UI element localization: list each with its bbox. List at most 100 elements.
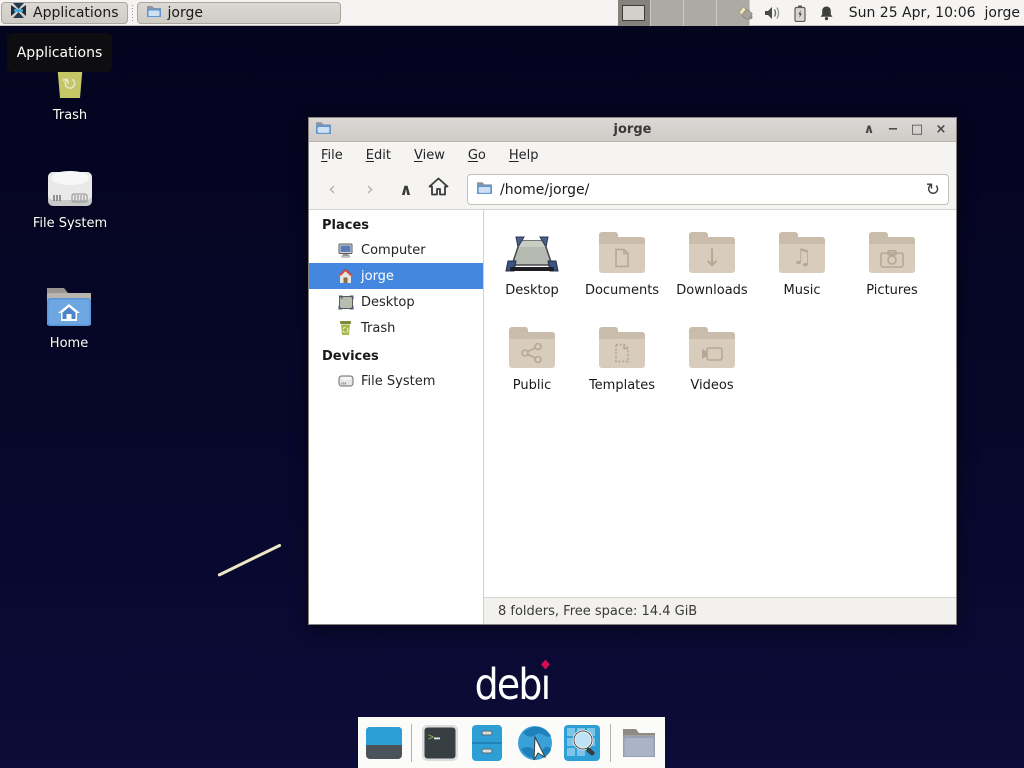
panel-grip — [130, 5, 135, 21]
path-input[interactable]: /home/jorge/ — [500, 182, 926, 198]
file-label: Downloads — [667, 283, 757, 298]
trash-small-icon — [337, 320, 354, 337]
desktop-icon-label: File System — [20, 216, 120, 231]
desktop-icon-filesystem[interactable]: File System — [20, 160, 120, 231]
file-item-pictures[interactable]: Pictures — [847, 227, 937, 298]
computer-icon — [337, 242, 354, 259]
file-label: Templates — [577, 378, 667, 393]
window-controls: ∧ − □ × — [862, 118, 948, 142]
web-browser-icon[interactable] — [515, 723, 555, 763]
titlebar[interactable]: jorge ∧ − □ × — [309, 118, 956, 142]
up-button[interactable]: ∧ — [391, 180, 421, 199]
top-panel: Applications jorge — [0, 0, 1024, 26]
side-pane: Places Computer — [309, 210, 484, 624]
toolbar: ‹ › ∧ /home/jorge/ ↻ — [309, 169, 956, 210]
dock-separator — [610, 724, 611, 762]
public-folder-icon — [509, 332, 555, 368]
sidebar-item-computer[interactable]: Computer — [309, 237, 483, 263]
sidebar-item-jorge[interactable]: jorge — [309, 263, 483, 289]
workspace-pager[interactable] — [618, 0, 752, 26]
file-label: Videos — [667, 378, 757, 393]
applications-menu-button[interactable]: Applications — [1, 2, 128, 24]
documents-folder-icon — [599, 237, 645, 273]
file-manager-window: jorge ∧ − □ × File Edit View Go Help — [308, 117, 957, 625]
workspace-3[interactable] — [684, 0, 717, 26]
menubar: File Edit View Go Help — [309, 142, 956, 169]
forward-button[interactable]: › — [355, 178, 385, 200]
file-label: Music — [757, 283, 847, 298]
window-body: Places Computer — [309, 210, 956, 624]
workspace-2[interactable] — [651, 0, 684, 26]
downloads-folder-icon: ↓ — [689, 237, 735, 273]
menu-file[interactable]: File — [321, 145, 353, 166]
folder-window-icon — [146, 4, 162, 22]
shade-button[interactable]: ∧ — [862, 118, 876, 142]
status-text: 8 folders, Free space: 14.4 GiB — [498, 604, 697, 619]
file-item-templates[interactable]: Templates — [577, 322, 667, 393]
places-header: Places — [309, 210, 483, 237]
desktop-icon-label: Home — [19, 336, 119, 351]
devices-header: Devices — [309, 341, 483, 368]
music-folder-icon: ♫ — [779, 237, 825, 273]
app-finder-icon[interactable] — [563, 723, 602, 763]
file-item-downloads[interactable]: ↓ Downloads — [667, 227, 757, 298]
directory-menu-icon[interactable] — [619, 723, 659, 763]
battery-icon[interactable] — [791, 4, 809, 22]
path-folder-icon — [476, 180, 493, 199]
debian-i-diamond: ı — [541, 660, 550, 710]
terminal-icon[interactable]: > — [420, 723, 459, 763]
file-manager-icon[interactable] — [468, 723, 507, 763]
clock[interactable]: Sun 25 Apr, 10:06 — [849, 5, 976, 21]
sidebar-item-label: jorge — [361, 269, 394, 284]
desktop-icon-home[interactable]: Home — [19, 280, 119, 351]
desktop-icon-label: Trash — [20, 108, 120, 123]
file-label: Desktop — [487, 283, 577, 298]
file-item-videos[interactable]: Videos — [667, 322, 757, 393]
reload-icon[interactable]: ↻ — [926, 180, 940, 200]
menu-edit[interactable]: Edit — [366, 145, 401, 166]
minimize-button[interactable]: − — [886, 118, 900, 142]
notification-bell-icon[interactable] — [818, 4, 836, 22]
mouse-cursor-line — [217, 543, 281, 576]
menu-go[interactable]: Go — [468, 145, 496, 166]
sidebar-item-desktop[interactable]: Desktop — [309, 289, 483, 315]
path-bar[interactable]: /home/jorge/ ↻ — [467, 174, 949, 205]
templates-folder-icon — [599, 332, 645, 368]
volume-icon[interactable] — [764, 4, 782, 22]
sidebar-item-label: Desktop — [361, 295, 415, 310]
home-folder-icon — [19, 280, 119, 330]
menu-view[interactable]: View — [414, 145, 455, 166]
file-grid: Desktop Documents ↓ Downloads — [484, 210, 956, 597]
show-desktop-icon[interactable] — [364, 723, 403, 763]
applications-tooltip: Applications — [7, 33, 112, 72]
sidebar-item-trash[interactable]: Trash — [309, 315, 483, 341]
sidebar-item-filesystem[interactable]: File System — [309, 368, 483, 394]
sidebar-item-label: Trash — [361, 321, 395, 336]
network-cable-icon[interactable] — [737, 4, 755, 22]
workspace-1[interactable] — [618, 0, 651, 26]
desktop-screen: Applications jorge — [0, 0, 1024, 768]
file-item-documents[interactable]: Documents — [577, 227, 667, 298]
menu-help[interactable]: Help — [509, 145, 549, 166]
drive-small-icon — [337, 373, 354, 390]
hard-drive-icon — [20, 160, 120, 210]
svg-text:>: > — [428, 732, 434, 743]
file-item-desktop[interactable]: Desktop — [487, 227, 577, 298]
user-menu[interactable]: jorge — [985, 5, 1020, 21]
system-tray: Sun 25 Apr, 10:06 jorge — [737, 0, 1020, 26]
file-label: Documents — [577, 283, 667, 298]
status-bar: 8 folders, Free space: 14.4 GiB — [484, 597, 956, 624]
close-button[interactable]: × — [934, 118, 948, 142]
file-item-music[interactable]: ♫ Music — [757, 227, 847, 298]
maximize-button[interactable]: □ — [910, 118, 924, 142]
back-button[interactable]: ‹ — [317, 178, 347, 200]
workspace-window-thumb — [622, 5, 645, 21]
applications-menu-label: Applications — [33, 5, 119, 21]
desktop-surface-icon — [337, 294, 354, 311]
sidebar-item-label: Computer — [361, 243, 426, 258]
taskbar-window-button[interactable]: jorge — [137, 2, 341, 24]
home-button[interactable] — [423, 177, 453, 201]
desktop-folder-icon — [487, 227, 577, 273]
home-icon — [337, 268, 354, 285]
file-item-public[interactable]: Public — [487, 322, 577, 393]
